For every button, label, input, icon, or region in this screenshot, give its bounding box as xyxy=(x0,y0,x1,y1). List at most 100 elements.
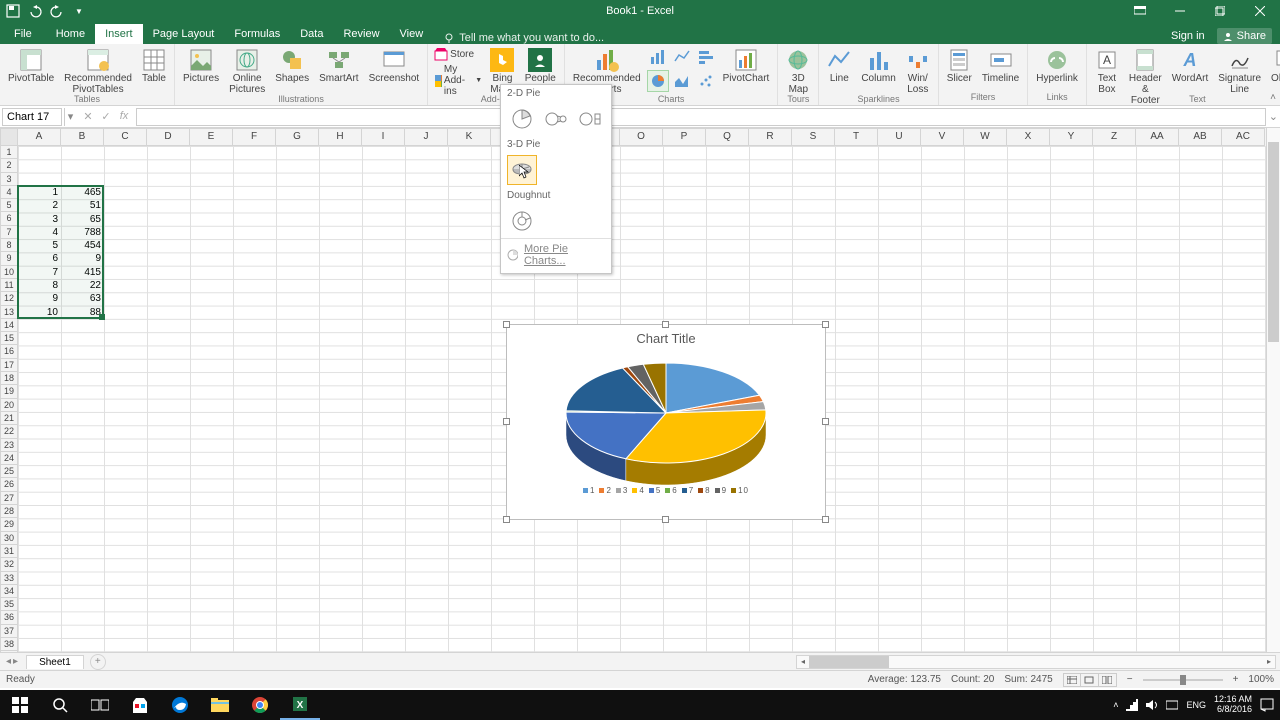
close-icon[interactable] xyxy=(1240,0,1280,22)
column-header[interactable]: AB xyxy=(1179,128,1222,146)
cell[interactable]: 63 xyxy=(61,292,104,305)
row-header[interactable]: 10 xyxy=(0,266,18,279)
chart-handle[interactable] xyxy=(822,321,829,328)
insert-function-icon[interactable]: fx xyxy=(116,110,132,123)
column-header[interactable]: S xyxy=(792,128,835,146)
horizontal-scrollbar[interactable]: ◂ ▸ xyxy=(796,655,1276,669)
pie-chart-icon[interactable] xyxy=(647,70,669,92)
formula-input[interactable] xyxy=(136,108,1266,126)
sparkline-column-button[interactable]: Column xyxy=(857,46,899,86)
hyperlink-button[interactable]: Hyperlink xyxy=(1032,46,1082,86)
qa-save-icon[interactable] xyxy=(4,2,22,20)
pictures-button[interactable]: Pictures xyxy=(179,46,223,86)
clock[interactable]: 12:16 AM 6/8/2016 xyxy=(1214,695,1252,715)
page-layout-view-button[interactable] xyxy=(1081,673,1099,687)
column-header[interactable]: AC xyxy=(1222,128,1265,146)
row-header[interactable]: 1 xyxy=(0,146,18,159)
cell[interactable]: 10 xyxy=(18,306,61,319)
maximize-icon[interactable] xyxy=(1200,0,1240,22)
column-header[interactable]: R xyxy=(749,128,792,146)
sheet-nav-prev[interactable]: ◂ xyxy=(6,656,11,667)
tab-home[interactable]: Home xyxy=(46,24,95,44)
row-header[interactable]: 37 xyxy=(0,625,18,638)
bar-of-pie-option[interactable] xyxy=(575,104,605,134)
area-chart-icon[interactable] xyxy=(671,70,693,92)
cell[interactable]: 2 xyxy=(18,199,61,212)
row-header[interactable]: 9 xyxy=(0,252,18,265)
cell[interactable]: 9 xyxy=(61,252,104,265)
row-header[interactable]: 7 xyxy=(0,226,18,239)
row-header[interactable]: 23 xyxy=(0,439,18,452)
row-header[interactable]: 36 xyxy=(0,611,18,624)
cell[interactable]: 465 xyxy=(61,186,104,199)
row-header[interactable]: 38 xyxy=(0,638,18,651)
pivottable-button[interactable]: PivotTable xyxy=(4,46,58,86)
formula-expand-icon[interactable]: ⌄ xyxy=(1269,110,1278,123)
store-button[interactable]: Store xyxy=(432,46,484,62)
page-break-view-button[interactable] xyxy=(1099,673,1117,687)
cell[interactable]: 8 xyxy=(18,279,61,292)
cell[interactable]: 5 xyxy=(18,239,61,252)
row-header[interactable]: 22 xyxy=(0,425,18,438)
select-all-corner[interactable] xyxy=(0,128,18,146)
chart-handle[interactable] xyxy=(662,516,669,523)
tab-data[interactable]: Data xyxy=(290,24,333,44)
row-header[interactable]: 19 xyxy=(0,385,18,398)
screenshot-button[interactable]: Screenshot xyxy=(365,46,424,86)
zoom-slider[interactable] xyxy=(1143,679,1223,681)
row-header[interactable]: 17 xyxy=(0,359,18,372)
cell[interactable]: 51 xyxy=(61,199,104,212)
signature-button[interactable]: Signature Line xyxy=(1214,46,1265,97)
edge-taskbar-icon[interactable] xyxy=(160,690,200,720)
tab-file[interactable]: File xyxy=(0,24,46,44)
tray-chevron-icon[interactable]: ˄ xyxy=(1113,700,1118,710)
excel-taskbar-icon[interactable]: X xyxy=(280,690,320,720)
row-header[interactable]: 13 xyxy=(0,306,18,319)
cell[interactable]: 415 xyxy=(61,266,104,279)
row-header[interactable]: 34 xyxy=(0,585,18,598)
chart-handle[interactable] xyxy=(503,418,510,425)
qa-undo-icon[interactable] xyxy=(26,2,44,20)
cell[interactable]: 4 xyxy=(18,226,61,239)
object-button[interactable]: Object xyxy=(1267,46,1280,86)
tab-view[interactable]: View xyxy=(390,24,434,44)
tab-formulas[interactable]: Formulas xyxy=(224,24,290,44)
table-button[interactable]: Table xyxy=(138,46,170,86)
row-header[interactable]: 2 xyxy=(0,159,18,172)
tab-page-layout[interactable]: Page Layout xyxy=(143,24,225,44)
tell-me-input[interactable]: Tell me what you want to do... xyxy=(433,32,614,44)
row-header[interactable]: 11 xyxy=(0,279,18,292)
smartart-button[interactable]: SmartArt xyxy=(315,46,362,86)
sparkline-winloss-button[interactable]: Win/ Loss xyxy=(902,46,934,97)
pie-chart[interactable] xyxy=(556,358,776,478)
name-box-dropdown[interactable]: ▾ xyxy=(64,108,76,126)
header-footer-button[interactable]: Header & Footer xyxy=(1125,46,1166,108)
column-header[interactable]: E xyxy=(190,128,233,146)
column-header[interactable]: Q xyxy=(706,128,749,146)
collapse-ribbon-icon[interactable]: ˄ xyxy=(1270,92,1276,103)
signin-link[interactable]: Sign in xyxy=(1171,30,1205,42)
chart-handle[interactable] xyxy=(503,321,510,328)
cell[interactable]: 1 xyxy=(18,186,61,199)
zoom-in-button[interactable]: + xyxy=(1233,674,1239,685)
column-header[interactable]: U xyxy=(878,128,921,146)
column-header[interactable]: K xyxy=(448,128,491,146)
pie-2d-option[interactable] xyxy=(507,104,537,134)
cell[interactable]: 65 xyxy=(61,213,104,226)
column-header[interactable]: Y xyxy=(1050,128,1093,146)
zoom-level[interactable]: 100% xyxy=(1248,674,1274,685)
column-header[interactable]: X xyxy=(1007,128,1050,146)
cell[interactable]: 3 xyxy=(18,213,61,226)
more-pie-charts-button[interactable]: More Pie Charts... xyxy=(501,238,611,271)
qa-redo-icon[interactable] xyxy=(48,2,66,20)
chart-handle[interactable] xyxy=(822,418,829,425)
row-header[interactable]: 35 xyxy=(0,598,18,611)
row-header[interactable]: 39 xyxy=(0,651,18,652)
my-addins-button[interactable]: My Add-ins▼ xyxy=(432,63,484,98)
row-header[interactable]: 31 xyxy=(0,545,18,558)
sparkline-line-button[interactable]: Line xyxy=(823,46,855,86)
scatter-chart-icon[interactable] xyxy=(695,70,717,92)
row-header[interactable]: 32 xyxy=(0,558,18,571)
minimize-icon[interactable] xyxy=(1160,0,1200,22)
pie-of-pie-option[interactable] xyxy=(541,104,571,134)
